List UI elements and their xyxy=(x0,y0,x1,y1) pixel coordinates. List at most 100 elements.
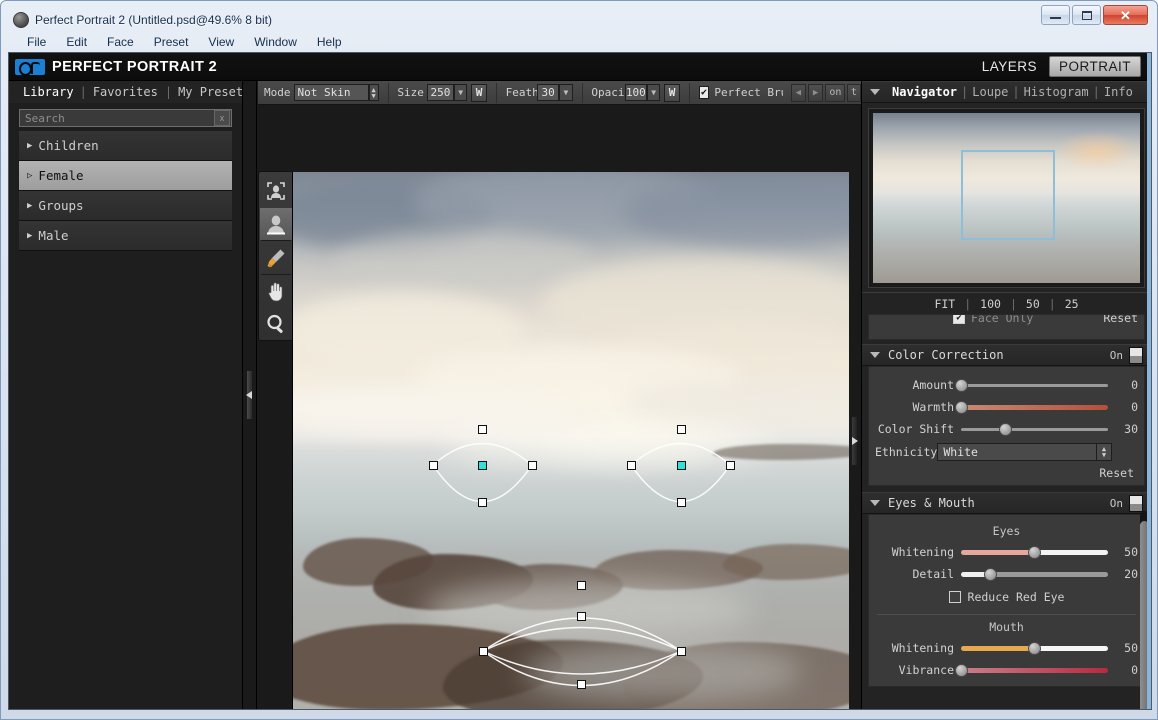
tab-favorites[interactable]: Favorites xyxy=(87,85,164,99)
menu-help[interactable]: Help xyxy=(308,33,351,51)
eyes-mouth-toggle[interactable] xyxy=(1129,494,1143,512)
mode-stepper[interactable]: ▲ ▼ xyxy=(368,84,379,101)
navigator-viewport-rect[interactable] xyxy=(961,150,1055,241)
right-panel-collapse-handle[interactable] xyxy=(849,172,861,709)
slider-track[interactable] xyxy=(961,567,1108,581)
ethnicity-stepper[interactable]: ▲ ▼ xyxy=(1097,443,1112,461)
handle-mouth-right[interactable] xyxy=(676,646,686,656)
color-correction-reset[interactable]: Reset xyxy=(875,464,1138,480)
menu-file[interactable]: File xyxy=(18,33,55,51)
option-toggle-t[interactable]: t xyxy=(846,83,861,102)
handle-eye-right-bottom[interactable] xyxy=(676,497,686,507)
face-detect-tool[interactable] xyxy=(260,175,292,208)
prev-button[interactable]: ◀ xyxy=(790,83,806,102)
zoom-fit[interactable]: FIT xyxy=(934,297,955,311)
reduce-red-eye-checkbox[interactable] xyxy=(948,591,961,603)
perfect-brush-checkbox[interactable]: ✔ xyxy=(698,86,710,99)
handle-eye-right-inner[interactable] xyxy=(626,460,636,470)
tab-layers[interactable]: LAYERS xyxy=(978,57,1041,76)
category-female[interactable]: ▷ Female xyxy=(19,161,232,191)
search-clear-button[interactable]: x xyxy=(214,110,230,126)
ethnicity-select[interactable]: White xyxy=(937,443,1097,461)
portrait-retouch-tool[interactable] xyxy=(260,207,292,241)
size-pressure-toggle[interactable]: W xyxy=(471,83,487,102)
option-toggle-on[interactable]: on xyxy=(825,83,846,102)
handle-mouth-top-inner[interactable] xyxy=(576,611,586,621)
category-children[interactable]: ▶ Children xyxy=(19,131,232,161)
search-input[interactable] xyxy=(20,111,214,125)
zoom-100[interactable]: 100 xyxy=(980,297,1001,311)
menu-preset[interactable]: Preset xyxy=(145,33,198,51)
zoom-tool[interactable] xyxy=(260,307,292,340)
slider-knob[interactable] xyxy=(998,422,1012,436)
feather-input[interactable]: 30 xyxy=(536,84,560,101)
menu-view[interactable]: View xyxy=(199,33,243,51)
left-panel-collapse-handle[interactable] xyxy=(243,81,257,709)
brush-tool[interactable] xyxy=(260,241,292,274)
tab-navigator[interactable]: Navigator xyxy=(888,85,961,99)
slider-knob[interactable] xyxy=(954,400,968,414)
handle-eye-left-outer[interactable] xyxy=(428,460,438,470)
menu-bar: File Edit Face Preset View Window Help xyxy=(8,32,1150,52)
slider-knob[interactable] xyxy=(954,378,968,392)
slider-knob[interactable] xyxy=(954,663,968,677)
slider-track[interactable] xyxy=(961,545,1108,559)
tab-histogram[interactable]: Histogram xyxy=(1020,85,1093,99)
category-groups[interactable]: ▶ Groups xyxy=(19,191,232,221)
disclosure-triangle-icon[interactable] xyxy=(870,352,880,358)
handle-mouth-bottom-inner[interactable] xyxy=(576,679,586,689)
disclosure-triangle-icon[interactable] xyxy=(870,500,880,506)
slider-track[interactable] xyxy=(954,378,1108,392)
image-canvas[interactable] xyxy=(292,172,864,709)
handle-eye-left-inner[interactable] xyxy=(527,460,537,470)
search-box[interactable]: x xyxy=(19,109,232,127)
slider-track[interactable] xyxy=(954,400,1108,414)
ethnicity-row: Ethnicity White ▲ ▼ xyxy=(875,440,1138,464)
handle-eye-right-center[interactable] xyxy=(676,460,686,470)
handle-eye-right-top[interactable] xyxy=(676,424,686,434)
handle-eye-right-outer[interactable] xyxy=(725,460,735,470)
disclosure-triangle-icon[interactable] xyxy=(870,89,880,95)
menu-window[interactable]: Window xyxy=(245,33,306,51)
mode-label: Mode xyxy=(264,86,291,99)
opacity-dropdown-icon[interactable]: ▼ xyxy=(647,84,661,101)
onone-logo-icon xyxy=(15,58,45,76)
category-male[interactable]: ▶ Male xyxy=(19,221,232,251)
slider-track[interactable] xyxy=(961,641,1108,655)
opacity-pressure-toggle[interactable]: W xyxy=(664,83,680,102)
size-input[interactable]: 250 xyxy=(426,84,455,101)
zoom-50[interactable]: 50 xyxy=(1026,297,1040,311)
size-dropdown-icon[interactable]: ▼ xyxy=(454,84,468,101)
tab-portrait[interactable]: PORTRAIT xyxy=(1048,56,1141,77)
minimize-button[interactable] xyxy=(1041,5,1070,25)
menu-edit[interactable]: Edit xyxy=(57,33,96,51)
next-button[interactable]: ▶ xyxy=(808,83,823,102)
menu-face[interactable]: Face xyxy=(98,33,143,51)
mode-select[interactable]: Not Skin xyxy=(293,84,369,101)
reset-link[interactable]: Reset xyxy=(1103,315,1138,325)
handle-eye-left-center[interactable] xyxy=(477,460,487,470)
chevron-right-icon: ▶ xyxy=(27,200,33,211)
feather-dropdown-icon[interactable]: ▼ xyxy=(559,84,573,101)
zoom-25[interactable]: 25 xyxy=(1065,297,1079,311)
maximize-button[interactable] xyxy=(1072,5,1101,25)
tab-info[interactable]: Info xyxy=(1100,85,1137,99)
handle-mouth-left[interactable] xyxy=(478,646,488,656)
tab-loupe[interactable]: Loupe xyxy=(968,85,1012,99)
color-correction-toggle[interactable] xyxy=(1129,346,1143,364)
category-label: Male xyxy=(38,228,69,243)
close-button[interactable]: ✕ xyxy=(1103,5,1148,25)
handle-eye-left-top[interactable] xyxy=(477,424,487,434)
slider-knob[interactable] xyxy=(983,567,997,581)
handle-eye-left-bottom[interactable] xyxy=(477,497,487,507)
navigator-thumbnail[interactable] xyxy=(873,113,1140,283)
opacity-input[interactable]: 100 xyxy=(624,84,648,101)
face-only-checkbox[interactable]: ✔ xyxy=(953,315,965,324)
hand-tool[interactable] xyxy=(260,275,292,308)
slider-track[interactable] xyxy=(954,663,1108,677)
handle-mouth-top-outer[interactable] xyxy=(576,580,586,590)
slider-track[interactable] xyxy=(961,422,1108,436)
slider-knob[interactable] xyxy=(1028,545,1041,559)
tab-library[interactable]: Library xyxy=(17,85,80,99)
slider-knob[interactable] xyxy=(1028,641,1041,655)
